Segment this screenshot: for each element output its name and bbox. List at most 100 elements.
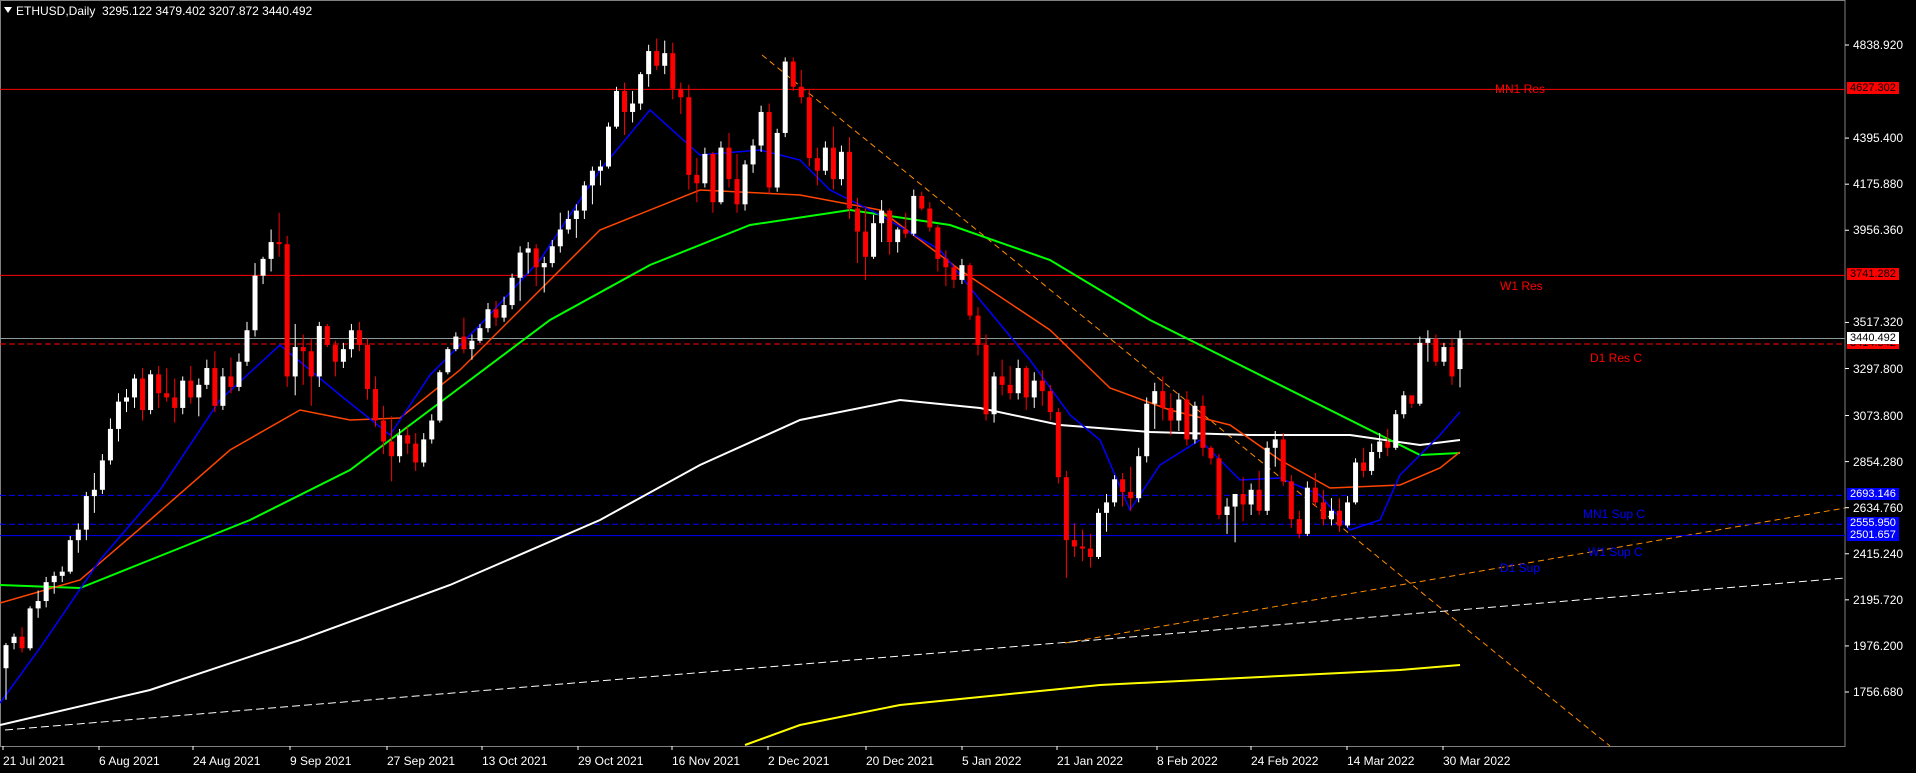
candle-body[interactable] xyxy=(670,53,676,89)
candle-body[interactable] xyxy=(156,374,162,394)
candle-body[interactable] xyxy=(750,145,756,165)
candle-body[interactable] xyxy=(445,349,451,373)
candle-body[interactable] xyxy=(284,244,290,377)
candle-body[interactable] xyxy=(27,608,33,649)
candle-body[interactable] xyxy=(694,174,700,184)
candle-body[interactable] xyxy=(1288,481,1294,520)
candle-body[interactable] xyxy=(630,103,636,112)
candle-body[interactable] xyxy=(429,420,435,440)
candle-body[interactable] xyxy=(1192,405,1198,440)
candle-body[interactable] xyxy=(967,265,973,316)
candle-body[interactable] xyxy=(758,111,764,146)
candle-body[interactable] xyxy=(1071,540,1077,547)
candle-body[interactable] xyxy=(340,349,346,362)
candle-body[interactable] xyxy=(1224,506,1230,515)
long-trend-line[interactable] xyxy=(4,577,1846,731)
candle-body[interactable] xyxy=(830,147,836,180)
candle-body[interactable] xyxy=(204,368,210,385)
candle-body[interactable] xyxy=(1433,338,1439,362)
candle-body[interactable] xyxy=(1264,447,1270,511)
candle-body[interactable] xyxy=(11,636,17,644)
candle-body[interactable] xyxy=(268,242,274,259)
candle-body[interactable] xyxy=(51,575,57,583)
candle-body[interactable] xyxy=(348,330,354,350)
candle-body[interactable] xyxy=(1087,548,1093,557)
candle-body[interactable] xyxy=(1023,368,1029,398)
candle-body[interactable] xyxy=(549,246,555,264)
candle-body[interactable] xyxy=(565,219,571,230)
candle-body[interactable] xyxy=(1393,414,1399,448)
collapse-triangle-icon[interactable] xyxy=(4,7,12,13)
candle-body[interactable] xyxy=(991,376,997,415)
candle-body[interactable] xyxy=(1047,391,1053,413)
candle-body[interactable] xyxy=(469,340,475,350)
candle-body[interactable] xyxy=(228,376,234,387)
candle-body[interactable] xyxy=(83,496,89,530)
candle-body[interactable] xyxy=(951,267,957,280)
candle-body[interactable] xyxy=(364,344,370,390)
candle-body[interactable] xyxy=(196,384,202,398)
candle-body[interactable] xyxy=(1096,512,1102,557)
candle-body[interactable] xyxy=(1168,407,1174,421)
candle-body[interactable] xyxy=(413,443,419,463)
candle-body[interactable] xyxy=(1417,342,1423,404)
candle-body[interactable] xyxy=(1369,452,1375,471)
candle-body[interactable] xyxy=(1320,502,1326,520)
candle-body[interactable] xyxy=(662,53,668,66)
candle-body[interactable] xyxy=(702,153,708,184)
candle-body[interactable] xyxy=(59,571,65,576)
candle-body[interactable] xyxy=(356,330,362,345)
candle-body[interactable] xyxy=(172,397,178,408)
candle-body[interactable] xyxy=(1007,384,1013,394)
candle-body[interactable] xyxy=(822,147,828,171)
candle-body[interactable] xyxy=(332,344,338,362)
candle-body[interactable] xyxy=(1385,441,1391,448)
candle-body[interactable] xyxy=(718,147,724,203)
candle-body[interactable] xyxy=(437,372,443,421)
candle-body[interactable] xyxy=(766,111,772,188)
candle-body[interactable] xyxy=(1345,502,1351,526)
candle-body[interactable] xyxy=(1272,439,1278,448)
candle-body[interactable] xyxy=(525,248,531,253)
candle-body[interactable] xyxy=(887,210,893,243)
candle-body[interactable] xyxy=(774,132,780,188)
candle-body[interactable] xyxy=(517,252,523,278)
candle-body[interactable] xyxy=(654,51,660,66)
candle-body[interactable] xyxy=(91,489,97,497)
candle-body[interactable] xyxy=(790,61,796,87)
candle-body[interactable] xyxy=(236,361,242,387)
candle-body[interactable] xyxy=(975,315,981,345)
candle-body[interactable] xyxy=(1063,477,1069,541)
candle-body[interactable] xyxy=(1216,458,1222,515)
candle-body[interactable] xyxy=(895,229,901,243)
candle-body[interactable] xyxy=(99,460,105,490)
candle-body[interactable] xyxy=(1361,462,1367,471)
candle-body[interactable] xyxy=(1353,462,1359,503)
candle-body[interactable] xyxy=(903,229,909,234)
candle-body[interactable] xyxy=(605,126,611,167)
candle-body[interactable] xyxy=(1232,493,1238,507)
candle-body[interactable] xyxy=(373,389,379,421)
candle-body[interactable] xyxy=(477,328,483,341)
candle-body[interactable] xyxy=(1296,519,1302,534)
candle-body[interactable] xyxy=(260,258,266,276)
candle-body[interactable] xyxy=(814,158,820,171)
candle-body[interactable] xyxy=(798,86,804,98)
candle-body[interactable] xyxy=(75,529,81,541)
candle-body[interactable] xyxy=(308,351,314,377)
candle-body[interactable] xyxy=(734,179,740,205)
candle-body[interactable] xyxy=(389,441,395,457)
candle-body[interactable] xyxy=(292,347,298,377)
candle-body[interactable] xyxy=(300,347,306,352)
candle-body[interactable] xyxy=(19,636,25,649)
candle-body[interactable] xyxy=(405,435,411,444)
candle-body[interactable] xyxy=(983,344,989,415)
candle-body[interactable] xyxy=(533,248,539,268)
candle-body[interactable] xyxy=(1248,489,1254,505)
candle-body[interactable] xyxy=(501,305,507,318)
candle-body[interactable] xyxy=(871,223,877,257)
candle-body[interactable] xyxy=(1409,395,1415,404)
candle-body[interactable] xyxy=(959,265,965,280)
candle-body[interactable] xyxy=(1104,502,1110,513)
candle-body[interactable] xyxy=(999,376,1005,385)
